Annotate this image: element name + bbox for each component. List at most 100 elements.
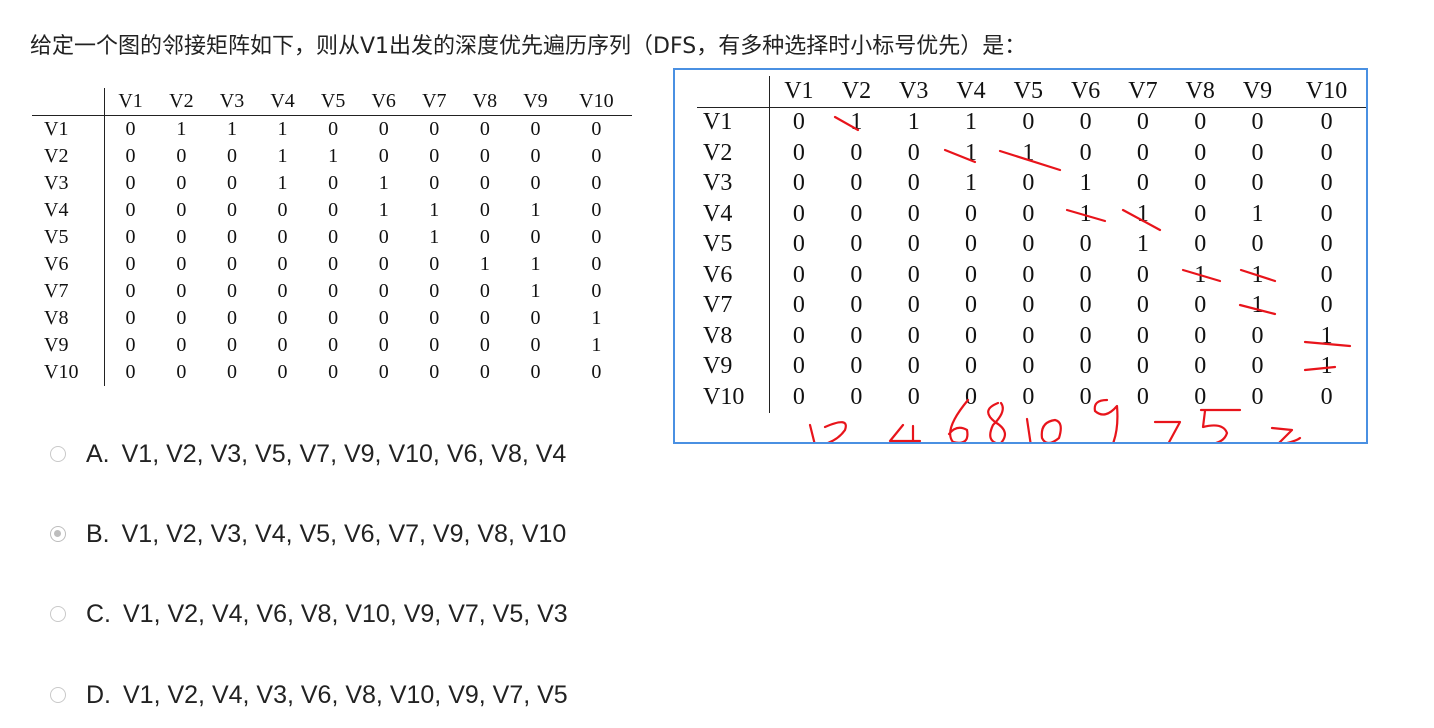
matrix-row: V8 0 0 0 0 0 0 0 0 0 1 (32, 305, 632, 332)
column-header: V10 (560, 88, 632, 116)
row-label: V6 (32, 251, 105, 278)
matrix-cell: 0 (226, 307, 237, 329)
matrix-cell: 0 (226, 199, 237, 221)
matrix-cell: 0 (176, 280, 187, 302)
matrix-cell: 0 (176, 226, 187, 248)
matrix-cell: 0 (479, 172, 490, 194)
matrix-cell: 0 (125, 226, 136, 248)
option-text: V1, V2, V4, V6, V8, V10, V9, V7, V5, V3 (123, 599, 568, 628)
row-label: V5 (32, 224, 105, 251)
strike-mark (1303, 340, 1352, 348)
matrix-cell: 0 (277, 361, 288, 383)
handwriting-stroke (987, 401, 1007, 442)
matrix-cell: 0 (328, 226, 339, 248)
row-label: V8 (32, 305, 105, 332)
matrix-cell: 1 (429, 226, 440, 248)
column-header: V4 (257, 88, 308, 116)
matrix-cell: 1 (277, 172, 288, 194)
matrix-cell: 0 (176, 172, 187, 194)
row-label: V2 (32, 143, 105, 170)
matrix-cell: 0 (591, 280, 602, 302)
handwriting-stroke (888, 423, 922, 442)
option-text: V1, V2, V3, V5, V7, V9, V10, V6, V8, V4 (121, 439, 567, 468)
matrix-corner-cell (32, 88, 105, 116)
matrix-row: V1 0 1 1 1 0 0 0 0 0 0 (32, 115, 632, 143)
strike-mark (998, 149, 1062, 172)
matrix-row: V6 0 0 0 0 0 0 0 1 1 0 (32, 251, 632, 278)
option-text: V1, V2, V4, V3, V6, V8, V10, V9, V7, V5 (123, 680, 568, 709)
strike-mark (1065, 208, 1107, 223)
matrix-cell: 1 (226, 118, 237, 140)
row-label: V1 (32, 115, 105, 143)
matrix-cell: 0 (479, 280, 490, 302)
matrix-cell: 0 (226, 361, 237, 383)
matrix-cell: 0 (125, 118, 136, 140)
matrix-cell: 0 (479, 307, 490, 329)
matrix-cell: 0 (530, 145, 541, 167)
question-text: 给定一个图的邻接矩阵如下，则从V1出发的深度优先遍历序列（DFS，有多种选择时小… (30, 34, 1027, 59)
option-d[interactable]: D. V1, V2, V4, V3, V6, V8, V10, V9, V7, V… (50, 678, 568, 712)
matrix-cell: 0 (125, 253, 136, 275)
radio-button[interactable] (50, 446, 66, 462)
matrix-cell: 0 (125, 145, 136, 167)
matrix-cell: 1 (277, 118, 288, 140)
row-label: V4 (32, 197, 105, 224)
matrix-cell: 0 (277, 280, 288, 302)
matrix-cell: 1 (277, 145, 288, 167)
matrix-cell: 0 (328, 118, 339, 140)
matrix-cell: 0 (378, 226, 389, 248)
matrix-cell: 0 (429, 172, 440, 194)
matrix-cell: 0 (378, 307, 389, 329)
matrix-cell: 0 (429, 334, 440, 356)
handwriting-stroke (947, 398, 970, 442)
strike-mark (833, 115, 860, 132)
matrix-cell: 0 (479, 199, 490, 221)
option-c[interactable]: C. V1, V2, V4, V6, V8, V10, V9, V7, V5, V… (50, 597, 568, 631)
matrix-cell: 0 (328, 307, 339, 329)
option-letter: A. (86, 439, 110, 468)
matrix-cell: 0 (176, 253, 187, 275)
matrix-cell: 1 (591, 334, 602, 356)
matrix-cell: 1 (176, 118, 187, 140)
matrix-cell: 0 (226, 172, 237, 194)
matrix-cell: 0 (328, 199, 339, 221)
option-b[interactable]: B. V1, V2, V3, V4, V5, V6, V7, V9, V8, V1… (50, 517, 566, 551)
matrix-cell: 0 (479, 118, 490, 140)
radio-button[interactable] (50, 687, 66, 703)
matrix-cell: 0 (226, 253, 237, 275)
matrix-cell: 1 (328, 145, 339, 167)
matrix-cell: 1 (530, 199, 541, 221)
matrix-cell: 0 (125, 334, 136, 356)
matrix-cell: 0 (530, 226, 541, 248)
radio-button[interactable] (50, 606, 66, 622)
handwriting-stroke (1025, 417, 1032, 442)
handwriting-stroke (1199, 408, 1242, 442)
matrix-cell: 0 (125, 199, 136, 221)
handwriting-stroke (1093, 398, 1119, 442)
matrix-cell: 0 (277, 334, 288, 356)
matrix-cell: 0 (530, 172, 541, 194)
matrix-cell: 0 (176, 361, 187, 383)
matrix-cell: 0 (479, 145, 490, 167)
matrix-cell: 1 (591, 307, 602, 329)
matrix-row: V5 0 0 0 0 0 0 1 0 0 0 (32, 224, 632, 251)
matrix-cell: 0 (591, 118, 602, 140)
handwriting-stroke (1153, 420, 1182, 442)
matrix-cell: 0 (530, 361, 541, 383)
matrix-cell: 0 (226, 334, 237, 356)
radio-button[interactable] (50, 526, 66, 542)
matrix-cell: 0 (328, 361, 339, 383)
matrix-header-row: V1 V2 V3 V4 V5 V6 V7 V8 V9 V10 (32, 88, 632, 116)
matrix-cell: 0 (125, 361, 136, 383)
option-a[interactable]: A. V1, V2, V3, V5, V7, V9, V10, V6, V8, V… (50, 437, 566, 471)
matrix-cell: 0 (176, 334, 187, 356)
matrix-cell: 0 (226, 226, 237, 248)
matrix-cell: 0 (429, 145, 440, 167)
matrix-cell: 0 (429, 280, 440, 302)
matrix-cell: 0 (530, 118, 541, 140)
matrix-cell: 0 (479, 226, 490, 248)
matrix-cell: 1 (378, 172, 389, 194)
row-label: V9 (32, 332, 105, 359)
column-header: V6 (358, 88, 409, 116)
handwriting-stroke (1270, 426, 1302, 442)
